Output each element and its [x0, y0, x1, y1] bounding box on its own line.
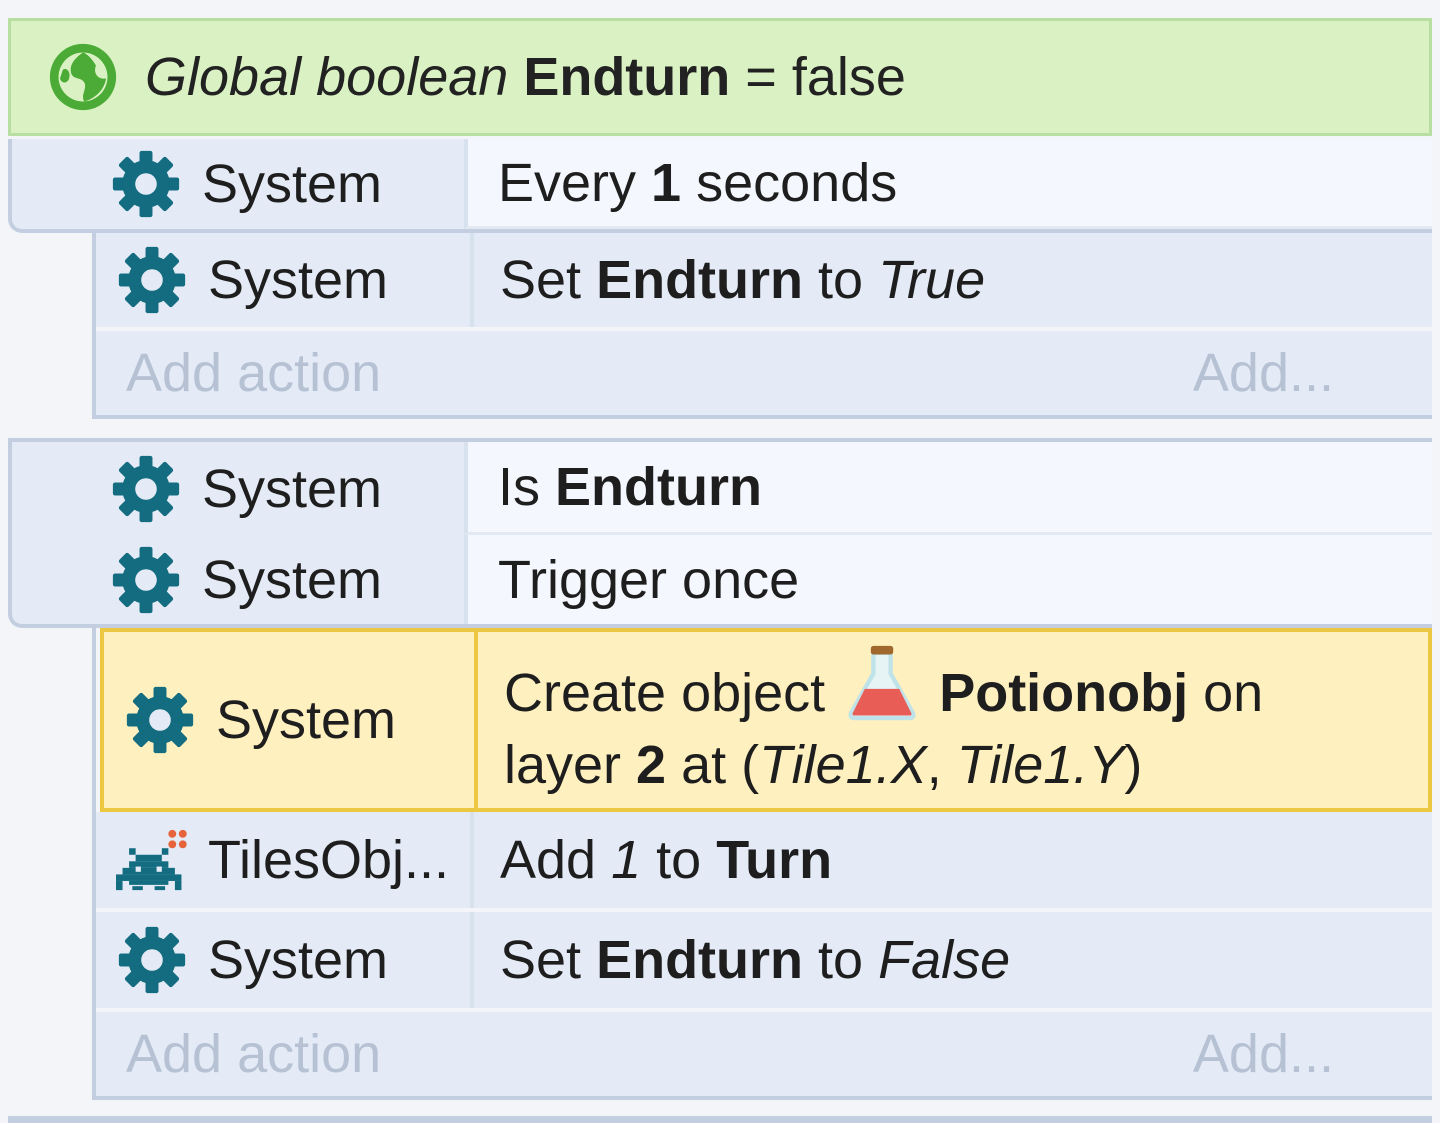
action-text-part: ,: [926, 735, 957, 795]
layer-value: 2: [636, 735, 667, 795]
condition-text-pre: Every: [498, 152, 652, 213]
action-row-selected[interactable]: System Create object Potionobj on layer …: [100, 628, 1432, 812]
condition-row[interactable]: System Every 1 seconds: [12, 139, 1432, 229]
add-more-button[interactable]: Add...: [1193, 1023, 1334, 1085]
action-object[interactable]: System: [104, 632, 474, 808]
action-text-pre: Set: [500, 930, 597, 990]
create-object-text: Create object Potionobj on layer 2 at (T…: [504, 639, 1263, 801]
potion-flask-icon: [839, 639, 925, 725]
add-action-button[interactable]: Add action: [126, 342, 381, 404]
action-text-pre: Add: [500, 830, 612, 890]
globe-icon: [47, 41, 119, 113]
action-object[interactable]: System: [96, 912, 470, 1008]
object-name: System: [202, 458, 383, 519]
conditions-block[interactable]: System Every 1 seconds: [8, 139, 1432, 233]
action-text-part: on: [1188, 663, 1264, 723]
action-text-part: Create object: [504, 663, 826, 723]
event-block[interactable]: System Every 1 seconds System Set Endtur…: [8, 139, 1432, 419]
condition-text[interactable]: Every 1 seconds: [464, 139, 1432, 229]
object-name-potion: Potionobj: [939, 663, 1189, 723]
condition-object[interactable]: System: [12, 535, 464, 624]
object-name: System: [202, 154, 383, 214]
add-action-button[interactable]: Add action: [126, 1023, 381, 1085]
condition-object[interactable]: System: [12, 442, 464, 535]
variable-name: Turn: [716, 830, 833, 890]
actions-block[interactable]: System Set Endturn to True Add action Ad…: [92, 233, 1432, 419]
next-event-edge: [8, 1116, 1432, 1123]
object-name: System: [216, 690, 397, 750]
action-row[interactable]: System Set Endturn to True: [96, 233, 1432, 331]
action-text-part: at (: [666, 735, 760, 795]
condition-text[interactable]: Trigger once: [464, 535, 1432, 624]
action-text-mid: to: [803, 250, 879, 310]
gear-icon: [116, 244, 188, 316]
event-block[interactable]: System Is Endturn System Trigger once Sy: [8, 438, 1432, 1100]
action-text-mid: to: [641, 830, 717, 890]
add-action-row[interactable]: Add action Add...: [96, 331, 1432, 419]
action-text[interactable]: Create object Potionobj on layer 2 at (T…: [474, 632, 1428, 808]
condition-row[interactable]: System Is Endturn: [12, 442, 1432, 535]
variable-name: Endturn: [596, 930, 804, 990]
add-more-button[interactable]: Add...: [1193, 342, 1334, 404]
condition-text[interactable]: Is Endturn: [464, 442, 1432, 535]
action-text-pre: Set: [500, 250, 597, 310]
gear-icon: [124, 684, 196, 756]
object-name: System: [208, 250, 389, 310]
action-text[interactable]: Set Endturn to True: [470, 233, 1432, 327]
actions-block[interactable]: System Create object Potionobj on layer …: [92, 628, 1432, 1100]
variable-name: Endturn: [596, 250, 804, 310]
gear-icon: [110, 453, 182, 525]
condition-row[interactable]: System Trigger once: [12, 535, 1432, 624]
object-name: System: [202, 549, 383, 610]
action-value: 1: [611, 830, 642, 890]
conditions-block[interactable]: System Is Endturn System Trigger once: [8, 438, 1432, 628]
x-expression: Tile1.X: [759, 735, 927, 795]
action-object[interactable]: TilesObj...: [96, 812, 470, 908]
condition-object[interactable]: System: [12, 139, 464, 229]
action-text-mid: to: [803, 930, 879, 990]
action-text[interactable]: Set Endturn to False: [470, 912, 1432, 1008]
gear-icon: [116, 924, 188, 996]
condition-text-post: seconds: [681, 152, 898, 213]
gear-icon: [110, 148, 182, 220]
condition-value: 1: [651, 152, 682, 213]
gear-icon: [110, 544, 182, 616]
space-invader-icon: [116, 824, 188, 896]
action-value: True: [878, 250, 986, 310]
add-action-row[interactable]: Add action Add...: [96, 1012, 1432, 1100]
variable-name: Endturn: [555, 457, 762, 517]
condition-text-pre: Is: [498, 457, 556, 517]
action-text-part: layer: [504, 735, 637, 795]
action-text-part: ): [1124, 735, 1143, 795]
global-variable-text: Global boolean Endturn = false: [145, 47, 906, 107]
y-expression: Tile1.Y: [956, 735, 1125, 795]
action-row[interactable]: TilesObj... Add 1 to Turn: [96, 812, 1432, 912]
action-text[interactable]: Add 1 to Turn: [470, 812, 1432, 908]
action-value: False: [878, 930, 1011, 990]
event-sheet: Global boolean Endturn = false System Ev…: [0, 0, 1440, 1123]
global-variable-row[interactable]: Global boolean Endturn = false: [8, 18, 1432, 136]
object-name: System: [208, 930, 389, 990]
object-name: TilesObj...: [208, 830, 450, 890]
action-object[interactable]: System: [96, 233, 470, 327]
action-row[interactable]: System Set Endturn to False: [96, 912, 1432, 1012]
